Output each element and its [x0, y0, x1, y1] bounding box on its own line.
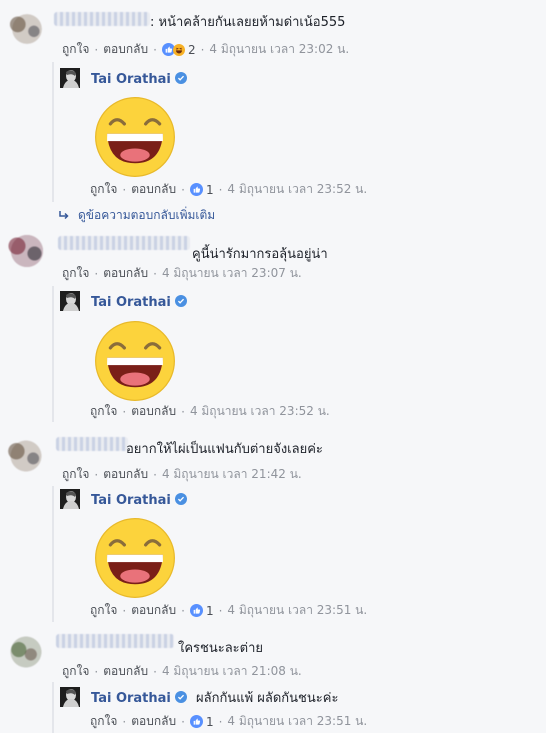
reply-header: Tai Orathai ผลักกันแพ้ ผลัดกันชนะค่ะ	[91, 687, 338, 708]
comment-text: คูนี้น่ารักมากรอลุ้นอยู่น่า	[192, 247, 328, 262]
comment-text: ใครชนะละต่าย	[178, 641, 264, 656]
like-link[interactable]: ถูกใจ	[90, 712, 117, 731]
reply-meta: ถูกใจ · ตอบกลับ · 1 · 4 มิถุนายน เวลา 23…	[90, 712, 367, 731]
commenter-name[interactable]	[54, 12, 150, 26]
commenter-name[interactable]	[56, 634, 174, 648]
like-reaction-icon[interactable]	[190, 183, 203, 196]
comment-meta: ถูกใจ · ตอบกลับ · 4 มิถุนายน เวลา 21:42 …	[62, 465, 302, 484]
timestamp[interactable]: 4 มิถุนายน เวลา 21:42 น.	[162, 465, 302, 484]
comment-meta: ถูกใจ · ตอบกลับ · 4 มิถุนายน เวลา 23:07 …	[62, 264, 302, 283]
reply-header: Tai Orathai	[91, 291, 187, 310]
comment-meta: ถูกใจ · ตอบกลับ · 2 · 4 มิถุนายน เวลา 23…	[62, 40, 349, 59]
like-link[interactable]: ถูกใจ	[62, 662, 89, 681]
reply-text: ผลักกันแพ้ ผลัดกันชนะค่ะ	[195, 691, 339, 706]
commenter-avatar[interactable]	[2, 628, 50, 676]
replier-name[interactable]: Tai Orathai	[91, 691, 171, 706]
more-replies-label[interactable]: ดูข้อความตอบกลับเพิ่มเติม	[78, 206, 215, 225]
timestamp[interactable]: 4 มิถุนายน เวลา 21:08 น.	[162, 662, 302, 681]
replier-name[interactable]: Tai Orathai	[91, 493, 171, 508]
reply-meta: ถูกใจ · ตอบกลับ · 1 · 4 มิถุนายน เวลา 23…	[90, 601, 367, 620]
timestamp[interactable]: 4 มิถุนายน เวลา 23:51 น.	[227, 712, 367, 731]
reply-header: Tai Orathai	[91, 68, 187, 87]
replier-avatar[interactable]	[60, 687, 80, 707]
smiley-sticker	[94, 96, 176, 178]
reply-meta: ถูกใจ · ตอบกลับ · 4 มิถุนายน เวลา 23:52 …	[90, 402, 330, 421]
timestamp[interactable]: 4 มิถุนายน เวลา 23:07 น.	[162, 264, 302, 283]
reply-link[interactable]: ตอบกลับ	[131, 601, 176, 620]
reply-link[interactable]: ตอบกลับ	[103, 40, 148, 59]
replier-avatar[interactable]	[60, 291, 80, 311]
haha-reaction-icon[interactable]	[173, 44, 185, 56]
thread-line	[52, 682, 54, 733]
reply-link[interactable]: ตอบกลับ	[131, 180, 176, 199]
comment-meta: ถูกใจ · ตอบกลับ · 4 มิถุนายน เวลา 21:08 …	[62, 662, 302, 681]
commenter-name[interactable]	[58, 236, 190, 250]
timestamp[interactable]: 4 มิถุนายน เวลา 23:52 น.	[227, 180, 367, 199]
commenter-avatar[interactable]	[2, 226, 52, 276]
reaction-count[interactable]: 1	[206, 715, 214, 729]
reaction-count[interactable]: 2	[188, 43, 196, 57]
timestamp[interactable]: 4 มิถุนายน เวลา 23:51 น.	[227, 601, 367, 620]
thread-line	[52, 62, 54, 202]
reply-link[interactable]: ตอบกลับ	[103, 465, 148, 484]
commenter-avatar[interactable]	[2, 432, 50, 480]
like-link[interactable]: ถูกใจ	[90, 601, 117, 620]
timestamp[interactable]: 4 มิถุนายน เวลา 23:52 น.	[190, 402, 330, 421]
like-link[interactable]: ถูกใจ	[62, 40, 89, 59]
like-link[interactable]: ถูกใจ	[62, 264, 89, 283]
thread-line	[52, 486, 54, 622]
replier-name[interactable]: Tai Orathai	[91, 295, 171, 310]
smiley-sticker	[94, 517, 176, 599]
like-link[interactable]: ถูกใจ	[62, 465, 89, 484]
replier-avatar[interactable]	[60, 68, 80, 88]
reply-header: Tai Orathai	[91, 489, 187, 508]
reply-meta: ถูกใจ · ตอบกลับ · 1 · 4 มิถุนายน เวลา 23…	[90, 180, 367, 199]
like-reaction-icon[interactable]	[190, 604, 203, 617]
smiley-sticker	[94, 320, 176, 402]
reaction-count[interactable]: 1	[206, 183, 214, 197]
reply-link[interactable]: ตอบกลับ	[103, 264, 148, 283]
reply-link[interactable]: ตอบกลับ	[131, 712, 176, 731]
reply-link[interactable]: ตอบกลับ	[103, 662, 148, 681]
commenter-avatar[interactable]	[4, 6, 50, 52]
like-link[interactable]: ถูกใจ	[90, 180, 117, 199]
like-reaction-icon[interactable]	[190, 715, 203, 728]
reply-link[interactable]: ตอบกลับ	[131, 402, 176, 421]
verified-badge-icon	[175, 295, 187, 307]
verified-badge-icon	[175, 72, 187, 84]
commenter-name[interactable]	[56, 437, 128, 451]
reply-arrow-icon	[58, 210, 70, 222]
more-replies-link[interactable]: ดูข้อความตอบกลับเพิ่มเติม	[58, 206, 215, 225]
verified-badge-icon	[175, 493, 187, 505]
like-link[interactable]: ถูกใจ	[90, 402, 117, 421]
reaction-count[interactable]: 1	[206, 604, 214, 618]
replier-name[interactable]: Tai Orathai	[91, 72, 171, 87]
thread-line	[52, 286, 54, 422]
comment-text: อยากให้ไผ่เป็นแฟนกับต่ายจังเลยค่ะ	[126, 442, 323, 457]
timestamp[interactable]: 4 มิถุนายน เวลา 23:02 น.	[209, 40, 349, 59]
comment-text: : หน้าคล้ายกันเลยยห้ามด่าเน้อ555	[150, 15, 346, 30]
verified-badge-icon	[175, 691, 187, 703]
replier-avatar[interactable]	[60, 489, 80, 509]
